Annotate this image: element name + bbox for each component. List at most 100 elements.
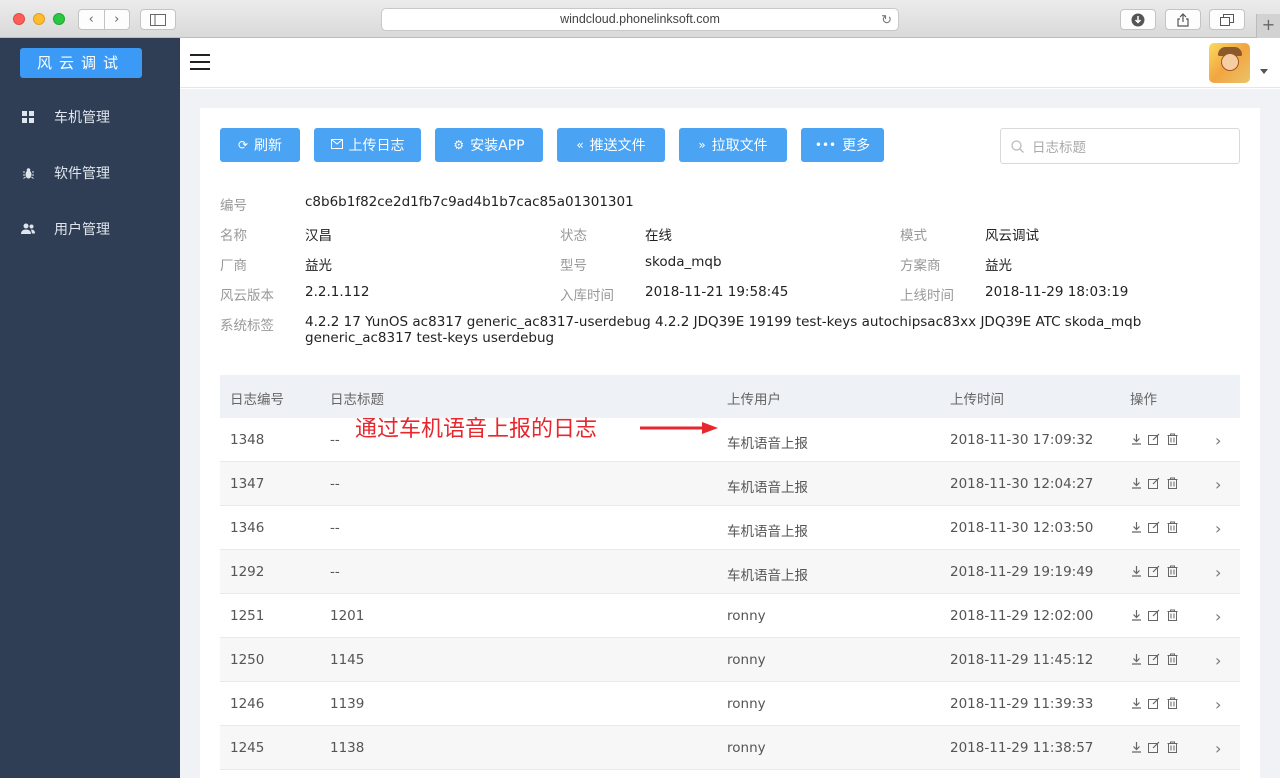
chevron-right-icon[interactable]: › [1215,607,1221,626]
delete-icon[interactable] [1166,652,1178,666]
download-icon[interactable] [1130,652,1142,666]
table-row[interactable]: 1245 1138 ronny 2018-11-29 11:38:57 › [220,726,1240,770]
cell-user: ronny [727,740,766,756]
edit-icon[interactable] [1148,608,1160,622]
delete-icon[interactable] [1166,608,1178,622]
share-button[interactable] [1165,9,1201,30]
label-stored: 入库时间 [560,288,614,304]
label-system: 系统标签 [220,318,274,334]
cell-user: ronny [727,696,766,712]
delete-icon[interactable] [1166,740,1178,754]
download-circle-icon [1131,13,1145,26]
download-icon[interactable] [1130,520,1142,534]
edit-icon[interactable] [1148,520,1160,534]
table-row[interactable]: 1251 1201 ronny 2018-11-29 12:02:00 › [220,594,1240,638]
edit-icon[interactable] [1148,432,1160,446]
download-icon[interactable] [1130,476,1142,490]
row-actions [1130,740,1178,754]
chevron-right-icon[interactable]: › [1215,651,1221,670]
address-bar[interactable]: windcloud.phonelinksoft.com ↻ [381,8,899,31]
cell-title: -- [330,432,340,448]
sidebar-item-users[interactable]: 用户管理 [0,209,180,249]
header-time: 上传时间 [950,392,1004,408]
sidebar-toggle-button[interactable] [140,9,176,30]
more-button[interactable]: ••• 更多 [801,128,884,162]
cell-user: 车机语音上报 [727,436,808,452]
chevron-right-icon[interactable]: › [1215,739,1221,758]
tab-overview-button[interactable] [1209,9,1245,30]
edit-icon[interactable] [1148,696,1160,710]
table-row[interactable]: 1246 1139 ronny 2018-11-29 11:39:33 › [220,682,1240,726]
install-app-button[interactable]: ⚙ 安装APP [435,128,543,162]
refresh-button[interactable]: ⟳ 刷新 [220,128,300,162]
cell-title: 1139 [330,696,365,712]
search-input[interactable]: 日志标题 [1000,128,1240,164]
upload-log-button[interactable]: 上传日志 [314,128,421,162]
header-title: 日志标题 [330,392,384,408]
download-icon[interactable] [1130,608,1142,622]
delete-icon[interactable] [1166,564,1178,578]
window-minimize-button[interactable] [33,13,45,25]
label-online: 上线时间 [900,288,954,304]
share-icon [1177,12,1189,27]
cell-title: 1145 [330,652,365,668]
value-id: c8b6b1f82ce2d1fb7c9ad4b1b7cac85a01301301 [305,194,634,210]
users-icon [21,222,35,236]
sidebar-item-vehicles[interactable]: 车机管理 [0,97,180,137]
mail-icon [330,138,343,152]
cell-title: -- [330,476,340,492]
download-icon[interactable] [1130,432,1142,446]
more-icon: ••• [814,138,837,152]
table-row[interactable]: 1292 -- 车机语音上报 2018-11-29 19:19:49 › [220,550,1240,594]
reload-icon[interactable]: ↻ [881,9,892,30]
delete-icon[interactable] [1166,476,1178,490]
chevron-right-icon[interactable]: › [1215,475,1221,494]
chevron-right-icon[interactable]: › [1215,695,1221,714]
cell-time: 2018-11-29 11:45:12 [950,652,1094,668]
forward-button[interactable]: › [105,10,130,29]
caret-down-icon[interactable] [1260,69,1268,74]
edit-icon[interactable] [1148,740,1160,754]
delete-icon[interactable] [1166,696,1178,710]
label-name: 名称 [220,228,247,244]
back-button[interactable]: ‹ [79,10,105,29]
edit-icon[interactable] [1148,564,1160,578]
value-model: skoda_mqb [645,254,722,270]
chevron-right-icon[interactable]: › [1215,519,1221,538]
chevron-right-icon[interactable]: › [1215,563,1221,582]
table-row[interactable]: 1250 1145 ronny 2018-11-29 11:45:12 › [220,638,1240,682]
row-actions [1130,520,1178,534]
header-actions: 操作 [1130,392,1157,408]
double-left-icon: « [576,138,584,152]
push-file-button[interactable]: « 推送文件 [557,128,665,162]
value-system: 4.2.2 17 YunOS ac8317 generic_ac8317-use… [305,314,1142,346]
delete-icon[interactable] [1166,520,1178,534]
row-actions [1130,564,1178,578]
window-close-button[interactable] [13,13,25,25]
window-zoom-button[interactable] [53,13,65,25]
label-vendor: 厂商 [220,258,247,274]
chevron-right-icon[interactable]: › [1215,431,1221,450]
download-icon[interactable] [1130,740,1142,754]
brand-logo[interactable]: 风云调试 [20,48,142,78]
pull-file-button[interactable]: » 拉取文件 [679,128,787,162]
sidebar-item-software[interactable]: 软件管理 [0,153,180,193]
edit-icon[interactable] [1148,652,1160,666]
cell-user: ronny [727,652,766,668]
cell-title: -- [330,520,340,536]
cell-time: 2018-11-29 19:19:49 [950,564,1094,580]
value-mode: 风云调试 [985,228,1039,244]
download-icon[interactable] [1130,564,1142,578]
table-row[interactable]: 1347 -- 车机语音上报 2018-11-30 12:04:27 › [220,462,1240,506]
delete-icon[interactable] [1166,432,1178,446]
table-row[interactable]: 1346 -- 车机语音上报 2018-11-30 12:03:50 › [220,506,1240,550]
cell-time: 2018-11-30 12:04:27 [950,476,1094,492]
edit-icon[interactable] [1148,476,1160,490]
menu-icon[interactable] [190,54,210,70]
download-icon[interactable] [1130,696,1142,710]
label-model: 型号 [560,258,587,274]
new-tab-button[interactable]: + [1256,14,1280,38]
downloads-button[interactable] [1120,9,1156,30]
cell-id: 1292 [230,564,265,580]
avatar[interactable] [1209,43,1250,83]
